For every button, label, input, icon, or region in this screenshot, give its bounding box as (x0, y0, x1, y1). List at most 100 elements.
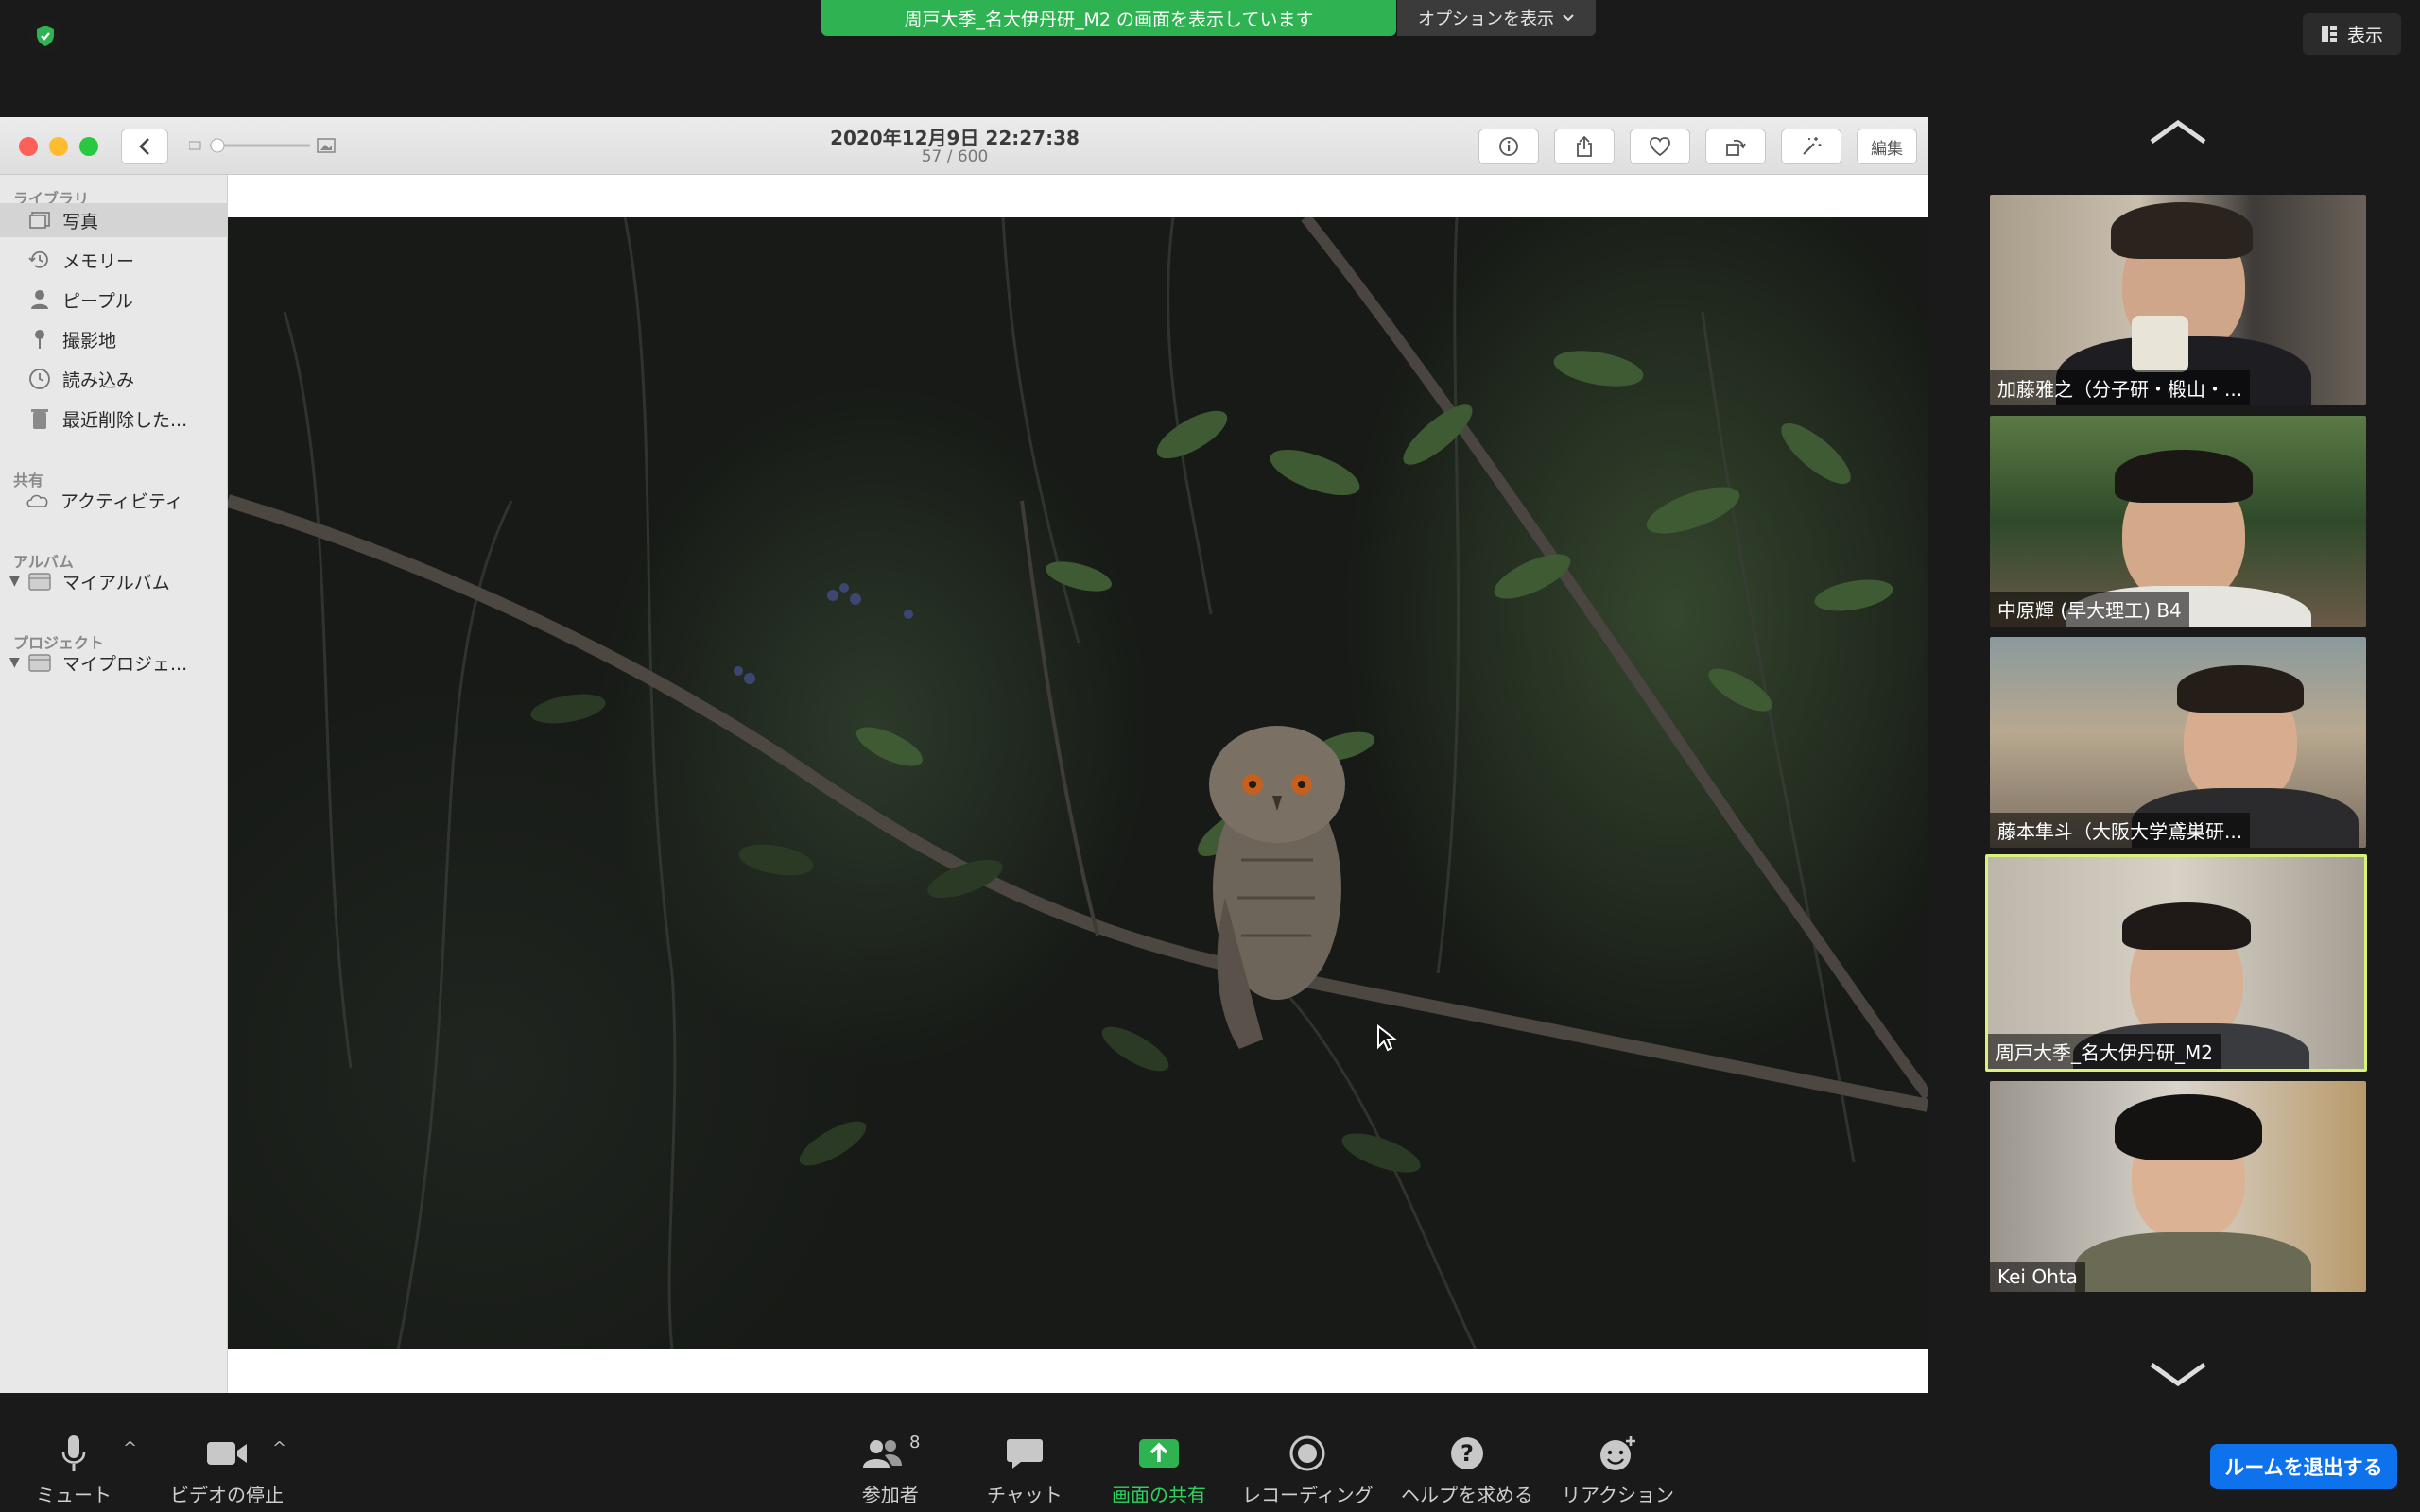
ask-for-help-label: ヘルプを求める (1401, 1484, 1533, 1506)
participant-name: Kei Ohta (1990, 1262, 2085, 1292)
sidebar-item-my-projects[interactable]: ▼ マイプロジェ... (0, 645, 227, 679)
rotate-icon (1726, 139, 1746, 156)
photos-titlebar: 2020年12月9日 22:27:38 57 / 600 編集 (0, 117, 1928, 175)
gallery-down-arrow-icon[interactable] (2148, 1361, 2208, 1389)
share-button[interactable] (1554, 129, 1615, 164)
participant-tile-active-speaker[interactable]: 周戸大季_名大伊丹研_M2 (1985, 854, 2367, 1072)
enhance-button[interactable] (1781, 129, 1841, 164)
sidebar-item-photos[interactable]: 写真 (0, 203, 227, 237)
view-layout-button[interactable]: 表示 (2303, 13, 2401, 55)
pin-icon (26, 326, 53, 352)
sidebar-item-label: マイプロジェ... (62, 653, 188, 675)
chat-bubble-icon (1006, 1439, 1043, 1469)
sidebar-item-label: 撮影地 (62, 330, 117, 352)
sidebar-item-my-albums[interactable]: ▼ マイアルバム (0, 564, 227, 598)
photos-window: 2020年12月9日 22:27:38 57 / 600 編集 ライブラリ 写真… (0, 117, 1928, 1393)
photos-sidebar: ライブラリ 写真 メモリー ピープル 撮影地 読み込み 最近削除した... 共有 (0, 175, 228, 1393)
favorite-button[interactable] (1630, 129, 1690, 164)
rotate-button[interactable] (1705, 129, 1766, 164)
participant-count: 8 (909, 1433, 921, 1452)
chat-button[interactable]: チャット (987, 1433, 1063, 1507)
ask-for-help-button[interactable]: ? ヘルプを求める (1401, 1433, 1533, 1507)
photo-viewer[interactable] (228, 175, 1928, 1393)
sidebar-item-label: マイアルバム (62, 572, 170, 593)
video-camera-icon (207, 1442, 247, 1465)
sidebar-item-label: 写真 (62, 211, 99, 232)
stop-video-button[interactable]: ビデオの停止 (170, 1433, 284, 1507)
reaction-label: リアクション (1562, 1484, 1674, 1506)
minimize-window-button[interactable] (49, 137, 68, 156)
sidebar-item-places[interactable]: 撮影地 (0, 322, 227, 356)
chat-label: チャット (987, 1484, 1063, 1506)
photos-icon (26, 207, 53, 233)
heart-icon (1650, 137, 1670, 157)
back-button[interactable] (121, 129, 168, 164)
participant-tile[interactable]: 藤本隼斗（大阪大学鳶巣研... (1990, 637, 2366, 848)
security-shield-icon[interactable] (28, 19, 62, 53)
chevron-left-icon (139, 138, 149, 155)
close-window-button[interactable] (19, 137, 38, 156)
video-options-caret-icon[interactable]: ^ (272, 1438, 286, 1458)
zoom-slider[interactable] (189, 138, 340, 153)
participant-tile[interactable]: 中原輝 (早大理工) B4 (1990, 416, 2366, 627)
sidebar-item-label: 読み込み (62, 369, 135, 391)
view-options-button[interactable]: オプションを表示 (1397, 0, 1596, 36)
info-icon (1499, 137, 1518, 156)
participant-name: 加藤雅之（分子研・椴山・... (1990, 370, 2251, 405)
microphone-icon (61, 1435, 86, 1471)
info-button[interactable] (1478, 129, 1539, 164)
folder-icon (26, 568, 53, 594)
photo-date: 2020年12月9日 22:27:38 (830, 127, 1080, 149)
cloud-icon (25, 487, 51, 513)
participant-tile[interactable]: Kei Ohta (1990, 1081, 2366, 1292)
participants-button[interactable]: 8 参加者 (860, 1433, 921, 1507)
sidebar-item-label: メモリー (62, 250, 135, 272)
meeting-toolbar (0, 1419, 2420, 1512)
participant-tile[interactable]: 加藤雅之（分子研・椴山・... (1990, 195, 2366, 405)
leave-meeting-button[interactable]: ルームを退出する (2210, 1444, 2397, 1489)
magic-wand-icon (1803, 137, 1822, 155)
record-button[interactable]: レコーディング (1242, 1433, 1374, 1507)
smiley-plus-icon (1599, 1436, 1635, 1470)
view-options-label: オプションを表示 (1418, 9, 1554, 29)
sidebar-item-label: ピープル (62, 290, 133, 312)
clock-icon (26, 366, 53, 392)
audio-options-caret-icon[interactable]: ^ (123, 1438, 137, 1458)
maximize-window-button[interactable] (79, 137, 98, 156)
share-screen-label: 画面の共有 (1112, 1484, 1206, 1506)
participant-name: 中原輝 (早大理工) B4 (1990, 592, 2189, 627)
gallery-up-arrow-icon[interactable] (2148, 117, 2208, 146)
disclosure-triangle-icon[interactable]: ▼ (9, 574, 20, 589)
sidebar-item-people[interactable]: ピープル (0, 283, 227, 317)
participants-icon (863, 1440, 902, 1468)
sidebar-item-imports[interactable]: 読み込み (0, 362, 227, 396)
participant-name: 周戸大季_名大伊丹研_M2 (1988, 1034, 2221, 1069)
svg-text:?: ? (1461, 1440, 1474, 1467)
screen-share-banner: 周戸大季_名大伊丹研_M2 の画面を表示しています (821, 0, 1396, 36)
mute-button[interactable]: ミュート (36, 1433, 112, 1507)
mute-label: ミュート (36, 1484, 112, 1506)
record-icon (1289, 1435, 1325, 1471)
owl-photo[interactable] (228, 217, 1928, 1349)
sidebar-item-recently-deleted[interactable]: 最近削除した... (0, 402, 227, 436)
view-layout-label: 表示 (2346, 25, 2383, 46)
sidebar-item-memories[interactable]: メモリー (0, 243, 227, 277)
mouse-cursor-icon (1377, 1024, 1397, 1052)
help-icon: ? (1451, 1437, 1483, 1469)
sidebar-item-label: アクティビティ (60, 490, 183, 512)
stop-video-label: ビデオの停止 (170, 1484, 284, 1506)
memories-icon (26, 247, 53, 273)
participant-name: 藤本隼斗（大阪大学鳶巣研... (1990, 813, 2251, 848)
trash-icon (26, 405, 53, 432)
edit-button[interactable]: 編集 (1857, 129, 1917, 164)
share-screen-icon (1139, 1439, 1179, 1468)
person-icon (26, 286, 53, 313)
sidebar-item-label: 最近削除した... (62, 409, 188, 431)
disclosure-triangle-icon[interactable]: ▼ (9, 655, 20, 670)
reaction-button[interactable]: リアクション (1562, 1433, 1674, 1507)
chevron-down-icon (1563, 14, 1574, 22)
sidebar-item-activity[interactable]: アクティビティ (0, 483, 227, 517)
share-icon (1577, 135, 1592, 157)
owl-photo-illustration (228, 217, 1928, 1349)
share-screen-button[interactable]: 画面の共有 (1112, 1433, 1206, 1507)
